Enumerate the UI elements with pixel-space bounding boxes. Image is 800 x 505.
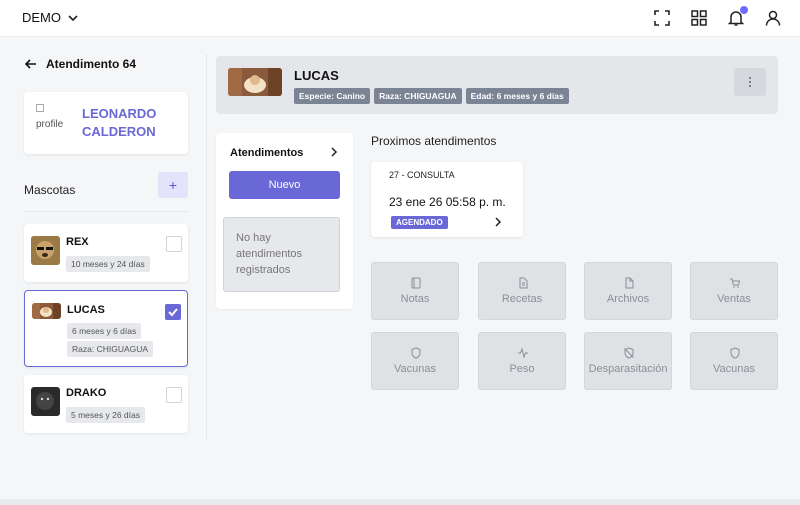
file-icon	[625, 277, 634, 289]
pet-card[interactable]: REX 10 meses y 24 días	[24, 224, 188, 282]
shield-icon	[730, 347, 740, 359]
owner-name[interactable]: LEONARDO CALDERON	[82, 105, 182, 141]
appointment-date: 23 ene 26 05:58 p. m.	[389, 195, 506, 209]
empty-state: No hay atendimentos registrados	[223, 217, 340, 292]
pet-age-chip: 10 meses y 24 días	[66, 256, 150, 272]
shield-off-icon	[624, 347, 634, 359]
check-icon	[168, 308, 178, 317]
notebook-icon	[411, 277, 421, 289]
apps-grid-icon[interactable]	[690, 9, 708, 27]
tile-label: Recetas	[501, 293, 543, 305]
divider	[24, 211, 188, 212]
upcoming-title: Proximos atendimentos	[371, 134, 497, 148]
species-chip: Especie: Canino	[294, 88, 371, 104]
notification-dot	[740, 6, 748, 14]
tile-label: Notas	[400, 293, 430, 305]
tile-label: Peso	[509, 363, 535, 375]
tile-recetas[interactable]: Recetas	[478, 262, 566, 320]
tile-archivos[interactable]: Archivos	[584, 262, 672, 320]
pet-name: LUCAS	[67, 304, 105, 316]
tile-ventas[interactable]: Ventas	[690, 262, 778, 320]
tile-peso[interactable]: Peso	[478, 332, 566, 390]
pet-photo	[228, 68, 282, 96]
pet-photo	[31, 236, 60, 265]
pet-photo	[31, 387, 60, 416]
pet-age-chip: 6 meses y 6 días	[67, 323, 142, 339]
top-bar: DEMO	[0, 0, 800, 37]
tile-label: Vacunas	[394, 363, 436, 375]
back-row[interactable]: Atendimento 64	[24, 57, 136, 71]
tile-vacunas-2[interactable]: Vacunas	[690, 332, 778, 390]
tile-label: Desparasitación	[588, 363, 668, 375]
chevron-right-icon[interactable]	[493, 217, 503, 227]
tile-vacunas[interactable]: Vacunas	[371, 332, 459, 390]
add-pet-button[interactable]: +	[158, 172, 188, 198]
activity-icon	[518, 347, 528, 359]
user-icon[interactable]	[764, 9, 782, 27]
pet-breed-chip: Raza: CHIGUAGUA	[67, 341, 154, 357]
pet-name-title: LUCAS	[294, 68, 339, 83]
pet-checkbox[interactable]	[166, 236, 182, 252]
status-badge: AGENDADO	[391, 216, 448, 229]
owner-card: profile LEONARDO CALDERON	[24, 92, 188, 154]
appointment-type: 27 - CONSULTA	[389, 170, 455, 180]
breed-chip: Raza: CHIGUAGUA	[374, 88, 462, 104]
atendimentos-title[interactable]: Atendimentos	[230, 147, 303, 159]
atendimentos-panel: Atendimentos Nuevo No hay atendimentos r…	[216, 133, 353, 309]
pet-name: DRAKO	[66, 387, 107, 399]
more-options-button[interactable]	[734, 68, 766, 96]
pets-title: Mascotas	[24, 183, 76, 197]
pet-header-card: LUCAS Especie: Canino Raza: CHIGUAGUA Ed…	[216, 56, 778, 114]
pet-name: REX	[66, 236, 89, 248]
tile-notas[interactable]: Notas	[371, 262, 459, 320]
pet-card[interactable]: DRAKO 5 meses y 26 días	[24, 375, 188, 433]
tile-label: Vacunas	[713, 363, 755, 375]
chevron-right-icon[interactable]	[329, 147, 339, 157]
age-chip: Edad: 6 meses y 6 días	[465, 88, 569, 104]
org-selector[interactable]: DEMO	[22, 10, 79, 25]
tile-desparasitacion[interactable]: Desparasitación	[584, 332, 672, 390]
tile-label: Archivos	[606, 293, 650, 305]
owner-avatar: profile	[36, 104, 68, 136]
new-atendimento-button[interactable]: Nuevo	[229, 171, 340, 199]
bell-icon[interactable]	[727, 6, 748, 27]
bottom-bar	[0, 499, 800, 505]
document-icon	[519, 277, 528, 289]
cart-icon	[730, 278, 741, 288]
page-title: Atendimento 64	[46, 57, 137, 71]
pet-checkbox[interactable]	[165, 304, 181, 320]
appointment-card[interactable]: 27 - CONSULTA 23 ene 26 05:58 p. m. AGEN…	[371, 162, 523, 237]
shield-icon	[411, 347, 421, 359]
arrow-left-icon[interactable]	[24, 57, 38, 71]
tile-label: Ventas	[717, 293, 751, 305]
pet-card[interactable]: LUCAS 6 meses y 6 días Raza: CHIGUAGUA	[24, 290, 188, 367]
vertical-divider	[206, 55, 207, 439]
org-name: DEMO	[22, 10, 61, 25]
pet-checkbox[interactable]	[166, 387, 182, 403]
pet-photo	[32, 303, 61, 319]
chevron-down-icon	[68, 14, 78, 21]
fullscreen-icon[interactable]	[653, 9, 671, 27]
pet-age-chip: 5 meses y 26 días	[66, 407, 145, 423]
